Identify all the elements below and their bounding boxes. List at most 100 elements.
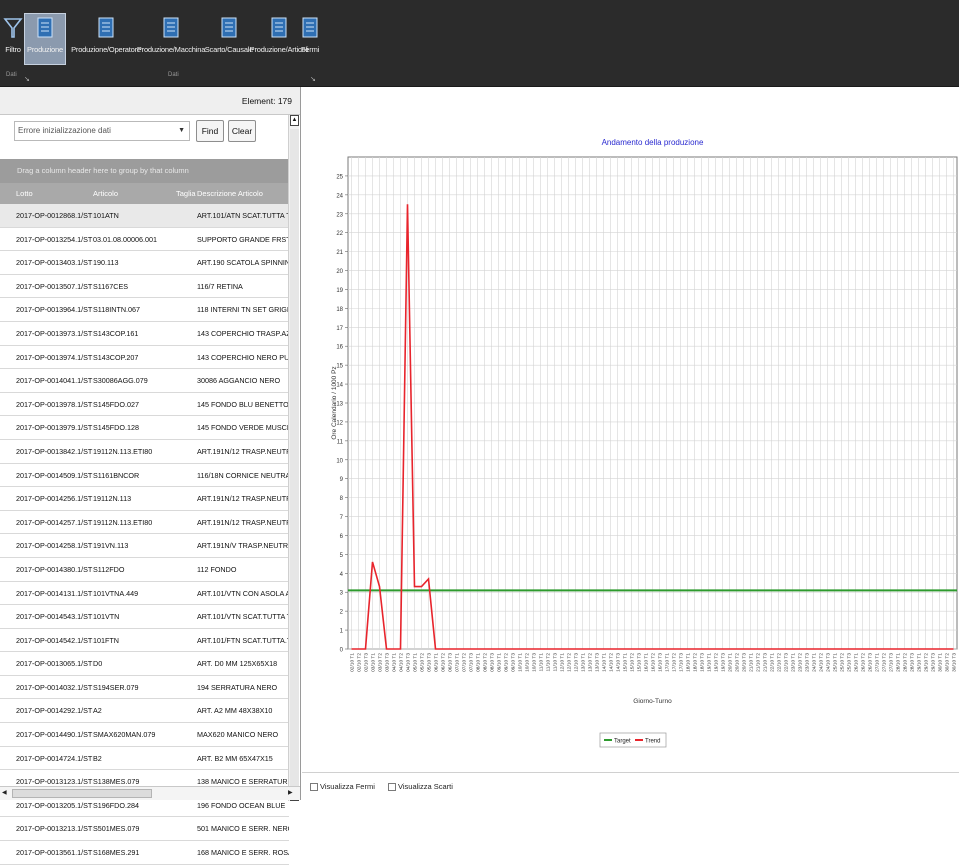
production-chart: Andamento della produzione01234567891011…	[331, 138, 958, 748]
table-row[interactable]: 2017-OP-0013561.1/STP S168MES.291 168 MANI…	[0, 841, 289, 865]
grid-header: Lotto Articolo Taglia Descrizione Artico…	[0, 183, 289, 204]
table-row[interactable]: 2017-OP-0014258.1/STP 191VN.113 ART.191N/V…	[0, 534, 289, 558]
x-tick-label: 22/10 T1	[770, 653, 776, 672]
cell-descrizione: 143 COPERCHIO TRASP.AZZURRC	[197, 328, 289, 338]
ribbon-button-fermi[interactable]: Fermi	[301, 14, 319, 64]
cell-descrizione: ART.191N/12 TRASP.NEUTRO	[197, 494, 289, 504]
ribbon-button-filtro[interactable]: Filtro	[3, 14, 23, 64]
column-header-lotto[interactable]: Lotto	[16, 189, 33, 198]
x-tick-label: 06/10 T2	[441, 653, 447, 672]
x-tick-label: 08/10 T3	[490, 653, 496, 672]
hscroll-thumb[interactable]	[12, 789, 152, 798]
checkbox-box[interactable]	[310, 782, 318, 791]
horizontal-scrollbar[interactable]: ◀ ▶	[0, 786, 300, 800]
ribbon-button-produzione-macchina[interactable]: Produzione/Macchina	[136, 14, 206, 64]
x-tick-label: 29/10 T1	[917, 653, 923, 672]
table-row[interactable]: 2017-OP-0014509.1/STP S1161BNCOR 116/18N C…	[0, 463, 289, 488]
visualizza-scarti-checkbox[interactable]: Visualizza Scarti	[388, 782, 453, 791]
cell-lotto: 2017-OP-0013979.1/STP	[16, 423, 93, 433]
cell-descrizione: ART.101/FTN SCAT.TUTTA.TRASP.	[197, 635, 289, 645]
x-tick-label: 11/10 T1	[539, 653, 545, 672]
table-row[interactable]: 2017-OP-0014490.1/STP SMAX620MAN.079 MAX62…	[0, 723, 289, 747]
table-row[interactable]: 2017-OP-0013507.1/STP S1167CES 116/7 RETIN…	[0, 274, 289, 299]
table-row[interactable]: 2017-OP-0013979.1/STP S145FDO.128 145 FOND…	[0, 416, 289, 440]
table-row[interactable]: 2017-OP-0014041.1/STP S30086AGG.079 30086 …	[0, 369, 289, 393]
ribbon-button-produzione-articoli[interactable]: Produzione/Articoli	[250, 14, 309, 64]
table-row[interactable]: 2017-OP-0014292.1/STP A2 ART. A2 MM 48X38X…	[0, 699, 289, 724]
x-tick-label: 30/10 T1	[938, 653, 944, 672]
cell-articolo: S145FDO.027	[93, 399, 139, 409]
ribbon-button-produzione[interactable]: Produzione	[24, 13, 66, 65]
x-tick-label: 26/10 T2	[861, 653, 867, 672]
clear-button[interactable]: Clear	[228, 120, 256, 142]
scroll-up-icon[interactable]: ▲	[290, 115, 299, 126]
ribbon-button-produzione-operatore[interactable]: Produzione/Operatore	[71, 14, 141, 64]
cell-descrizione: 118 INTERNI TN SET GRIGIO CHI	[197, 305, 289, 315]
x-tick-label: 28/10 T3	[910, 653, 916, 672]
cell-descrizione: 196 FONDO OCEAN BLUE	[197, 800, 286, 810]
column-header-taglia[interactable]: Taglia	[176, 189, 196, 198]
checkbox-box[interactable]	[388, 782, 396, 791]
dialog-launcher-icon[interactable]: ↘	[310, 75, 316, 83]
x-tick-label: 05/10 T2	[420, 653, 426, 672]
table-row[interactable]: 2017-OP-0013403.1/STP 190.113 ART.190 SCAT…	[0, 251, 289, 275]
table-row[interactable]: 2017-OP-0014543.1/STP 101VTN ART.101/VTN S…	[0, 605, 289, 629]
find-button[interactable]: Find	[196, 120, 224, 142]
ribbon-label: Produzione/Macchina	[136, 45, 206, 54]
scrollbar-thumb[interactable]	[290, 129, 299, 789]
table-row[interactable]: 2017-OP-0013213.1/STP S501MES.079 501 MANI…	[0, 817, 289, 842]
table-row[interactable]: 2017-OP-0014380.1/STP S112FDO 112 FONDO	[0, 557, 289, 582]
cell-articolo: A2	[93, 706, 102, 716]
table-row[interactable]: 2017-OP-0013964.1/STP S118INTN.067 118 INT…	[0, 298, 289, 322]
table-row[interactable]: 2017-OP-0013978.1/STP S145FDO.027 145 FOND…	[0, 392, 289, 417]
x-tick-label: 07/10 T3	[469, 653, 475, 672]
x-tick-label: 23/10 T1	[791, 653, 797, 672]
x-tick-label: 22/10 T2	[777, 653, 783, 672]
x-tick-label: 28/10 T2	[903, 653, 909, 672]
ribbon-toolbar: Filtro Produzione Produzione/Operatore P…	[0, 0, 959, 87]
cell-lotto: 2017-OP-0014032.1/STP	[16, 682, 93, 692]
x-tick-label: 09/10 T2	[504, 653, 510, 672]
x-tick-label: 18/10 T2	[693, 653, 699, 672]
table-row[interactable]: 2017-OP-0014257.1/STP 19112N.113.ETI80 ART…	[0, 510, 289, 535]
scroll-right-icon[interactable]: ▶	[288, 789, 296, 798]
table-row[interactable]: 2017-OP-0014724.1/STP B2 ART. B2 MM 65X47X…	[0, 746, 289, 771]
x-tick-label: 30/10 T3	[952, 653, 958, 672]
visualizza-fermi-checkbox[interactable]: Visualizza Fermi	[310, 782, 375, 791]
table-row[interactable]: 2017-OP-0012868.1/STP 101ATN ART.101/ATN S…	[0, 204, 289, 228]
table-row[interactable]: 2017-OP-0013974.1/STP S143COP.207 143 COPE…	[0, 345, 289, 370]
table-row[interactable]: 2017-OP-0013842.1/STP 19112N.113.ETI80 ART…	[0, 439, 289, 464]
ribbon-group-label: Dati	[6, 72, 17, 78]
x-tick-label: 12/10 T1	[560, 653, 566, 672]
column-header-articolo[interactable]: Articolo	[93, 189, 118, 198]
table-row[interactable]: 2017-OP-0013973.1/STP S143COP.161 143 COPE…	[0, 321, 289, 346]
chart-title: Andamento della produzione	[602, 138, 704, 147]
x-tick-label: 09/10 T1	[497, 653, 503, 672]
x-tick-label: 25/10 T1	[833, 653, 839, 672]
x-tick-label: 27/10 T2	[882, 653, 888, 672]
column-header-descrizione[interactable]: Descrizione Articolo	[197, 189, 263, 198]
x-tick-label: 22/10 T3	[784, 653, 790, 672]
table-row[interactable]: 2017-OP-0014542.1/STP 101FTN ART.101/FTN S…	[0, 628, 289, 653]
y-tick-label: 0	[340, 648, 344, 654]
cell-articolo: 19112N.113	[93, 494, 132, 504]
table-row[interactable]: 2017-OP-0014032.1/STP S194SER.079 194 SERR…	[0, 675, 289, 700]
ribbon-label: Fermi	[300, 45, 320, 54]
table-row[interactable]: 2017-OP-0013065.1/STP D0 ART. D0 MM 125X65…	[0, 652, 289, 676]
vertical-scrollbar[interactable]: ▲ ▼	[288, 115, 299, 801]
x-tick-label: 03/10 T1	[371, 653, 377, 672]
x-tick-label: 13/10 T3	[595, 653, 601, 672]
scroll-left-icon[interactable]: ◀	[2, 789, 10, 798]
x-tick-label: 15/10 T2	[630, 653, 636, 672]
cell-lotto: 2017-OP-0014131.1/STP	[16, 588, 93, 598]
ribbon-button-scarto-causale[interactable]: Scarto/Causale	[204, 14, 254, 64]
y-tick-label: 24	[336, 193, 343, 199]
table-row[interactable]: 2017-OP-0013254.1/STP 03.01.08.00006.001 S…	[0, 227, 289, 252]
table-row[interactable]: 2017-OP-0014131.1/STP 101VTNA.449 ART.101/…	[0, 581, 289, 606]
filter-dropdown[interactable]: Errore inizializzazione dati ▼	[14, 121, 190, 141]
table-row[interactable]: 2017-OP-0014256.1/STP 19112N.113 ART.191N/…	[0, 487, 289, 511]
dialog-launcher-icon[interactable]: ↘	[24, 75, 30, 83]
cell-descrizione: ART.191N/V TRASP.NEUTRO	[197, 541, 289, 551]
group-by-panel[interactable]: Drag a column header here to group by th…	[0, 159, 289, 183]
x-tick-label: 13/10 T2	[588, 653, 594, 672]
